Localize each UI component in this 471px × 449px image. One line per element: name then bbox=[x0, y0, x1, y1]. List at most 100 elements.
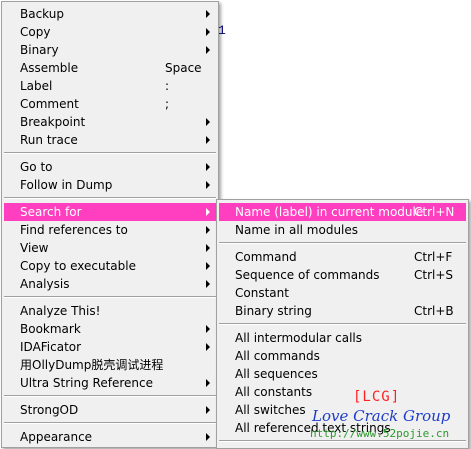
submenu-arrow-icon bbox=[206, 163, 210, 171]
menu-item-label: Appearance bbox=[20, 430, 93, 444]
menu-item-label: Follow in Dump bbox=[20, 178, 113, 192]
menu-item-analysis[interactable]: Analysis bbox=[4, 275, 216, 293]
menu-item-breakpoint[interactable]: Breakpoint bbox=[4, 113, 216, 131]
submenu-item-name-all-modules[interactable]: Name in all modules bbox=[219, 221, 466, 239]
menu-item-label: Search for bbox=[20, 205, 82, 219]
menu-item-label: Name in all modules bbox=[235, 223, 359, 237]
submenu-arrow-icon bbox=[206, 262, 210, 270]
menu-item-label: 用OllyDump脱壳调试进程 bbox=[20, 358, 164, 372]
menu-item-comment[interactable]: Comment; bbox=[4, 95, 216, 113]
menu-item-view[interactable]: View bbox=[4, 239, 216, 257]
menu-item-shortcut: ; bbox=[165, 97, 170, 111]
menu-item-assemble[interactable]: Assemble Space bbox=[4, 59, 216, 77]
menu-item-label: Sequence of commands bbox=[235, 268, 380, 282]
menu-item-label: Label bbox=[20, 79, 53, 93]
menu-item-backup[interactable]: Backup bbox=[4, 5, 216, 23]
menu-item-go-to[interactable]: Go to bbox=[4, 158, 216, 176]
submenu-arrow-icon bbox=[206, 10, 210, 18]
menu-item-label: All commands bbox=[235, 349, 320, 363]
submenu-arrow-icon bbox=[206, 379, 210, 387]
menu-item-label-edit[interactable]: Label: bbox=[4, 77, 216, 95]
submenu-item-command[interactable]: Command Ctrl+F bbox=[219, 248, 466, 266]
menu-separator bbox=[4, 152, 216, 154]
menu-item-find-references[interactable]: Find references to bbox=[4, 221, 216, 239]
submenu-arrow-icon bbox=[206, 208, 210, 216]
menu-separator bbox=[4, 422, 216, 424]
menu-item-label: All sequences bbox=[235, 367, 318, 381]
submenu-arrow-icon bbox=[206, 244, 210, 252]
menu-separator bbox=[219, 242, 466, 244]
submenu-arrow-icon bbox=[206, 280, 210, 288]
menu-item-label: All switches bbox=[235, 403, 306, 417]
menu-separator bbox=[4, 395, 216, 397]
menu-item-ultra-string-reference[interactable]: Ultra String Reference bbox=[4, 374, 216, 392]
context-menu: Backup Copy Binary Assemble Space Label: … bbox=[1, 1, 219, 448]
menu-item-label: View bbox=[20, 241, 49, 255]
menu-item-label: Run trace bbox=[20, 133, 78, 147]
menu-item-shortcut: Ctrl+S bbox=[414, 268, 454, 282]
menu-item-label: Comment bbox=[20, 97, 79, 111]
menu-item-run-trace[interactable]: Run trace bbox=[4, 131, 216, 149]
submenu-arrow-icon bbox=[206, 226, 210, 234]
submenu-arrow-icon bbox=[206, 433, 210, 441]
background-code-fragment: 1 bbox=[218, 23, 226, 38]
menu-item-label: Bookmark bbox=[20, 322, 81, 336]
menu-item-label: Go to bbox=[20, 160, 53, 174]
menu-item-appearance[interactable]: Appearance bbox=[4, 428, 216, 446]
watermark-tag: [LCG] bbox=[353, 389, 401, 405]
submenu-item-name-current-module[interactable]: Name (label) in current module Ctrl+N bbox=[219, 203, 466, 221]
menu-item-shortcut: Ctrl+N bbox=[414, 205, 455, 219]
submenu-item-sequence-of-commands[interactable]: Sequence of commands Ctrl+S bbox=[219, 266, 466, 284]
menu-item-label: Copy to executable bbox=[20, 259, 136, 273]
menu-item-label: Binary string bbox=[235, 304, 312, 318]
submenu-arrow-icon bbox=[206, 46, 210, 54]
submenu-item-binary-string[interactable]: Binary string Ctrl+B bbox=[219, 302, 466, 320]
menu-item-ollydump[interactable]: 用OllyDump脱壳调试进程 bbox=[4, 356, 216, 374]
menu-item-label: Ultra String Reference bbox=[20, 376, 153, 390]
submenu-item-all-intermodular-calls[interactable]: All intermodular calls bbox=[219, 329, 466, 347]
menu-separator bbox=[219, 323, 466, 325]
watermark-title: Love Crack Group bbox=[312, 407, 451, 425]
submenu-arrow-icon bbox=[206, 118, 210, 126]
menu-item-shortcut: Space bbox=[165, 61, 202, 75]
menu-separator bbox=[4, 296, 216, 298]
menu-item-label: Analyze This! bbox=[20, 304, 101, 318]
menu-item-analyze-this[interactable]: Analyze This! bbox=[4, 302, 216, 320]
menu-item-label: Assemble bbox=[20, 61, 79, 75]
menu-item-idaficator[interactable]: IDAFicator bbox=[4, 338, 216, 356]
menu-item-label: Name (label) in current module bbox=[235, 205, 424, 219]
menu-item-label: All constants bbox=[235, 385, 313, 399]
menu-item-follow-in-dump[interactable]: Follow in Dump bbox=[4, 176, 216, 194]
submenu-arrow-icon bbox=[206, 136, 210, 144]
menu-item-label: StrongOD bbox=[20, 403, 79, 417]
menu-item-label: Breakpoint bbox=[20, 115, 86, 129]
menu-item-search-for[interactable]: Search for bbox=[4, 203, 216, 221]
submenu-item-all-sequences[interactable]: All sequences bbox=[219, 365, 466, 383]
menu-item-label: Copy bbox=[20, 25, 51, 39]
submenu-arrow-icon bbox=[206, 406, 210, 414]
menu-item-copy[interactable]: Copy bbox=[4, 23, 216, 41]
menu-item-shortcut: : bbox=[165, 79, 170, 93]
menu-item-label: All intermodular calls bbox=[235, 331, 363, 345]
menu-item-label: IDAFicator bbox=[20, 340, 82, 354]
submenu-item-all-commands[interactable]: All commands bbox=[219, 347, 466, 365]
menu-item-label: Analysis bbox=[20, 277, 70, 291]
menu-item-label: Backup bbox=[20, 7, 64, 21]
menu-separator bbox=[4, 197, 216, 199]
submenu-item-constant[interactable]: Constant bbox=[219, 284, 466, 302]
submenu-arrow-icon bbox=[206, 343, 210, 351]
menu-item-copy-to-executable[interactable]: Copy to executable bbox=[4, 257, 216, 275]
menu-item-binary[interactable]: Binary bbox=[4, 41, 216, 59]
submenu-arrow-icon bbox=[206, 325, 210, 333]
menu-separator bbox=[219, 440, 466, 442]
submenu-item-all-constants[interactable]: All constants bbox=[219, 383, 466, 401]
menu-item-shortcut: Ctrl+B bbox=[414, 304, 454, 318]
submenu-arrow-icon bbox=[206, 28, 210, 36]
menu-item-shortcut: Ctrl+F bbox=[414, 250, 453, 264]
watermark-url: http://www.52pojie.cn bbox=[310, 427, 450, 440]
menu-item-bookmark[interactable]: Bookmark bbox=[4, 320, 216, 338]
menu-item-label: Command bbox=[235, 250, 297, 264]
submenu-arrow-icon bbox=[206, 181, 210, 189]
menu-item-strongod[interactable]: StrongOD bbox=[4, 401, 216, 419]
menu-item-label: Binary bbox=[20, 43, 59, 57]
